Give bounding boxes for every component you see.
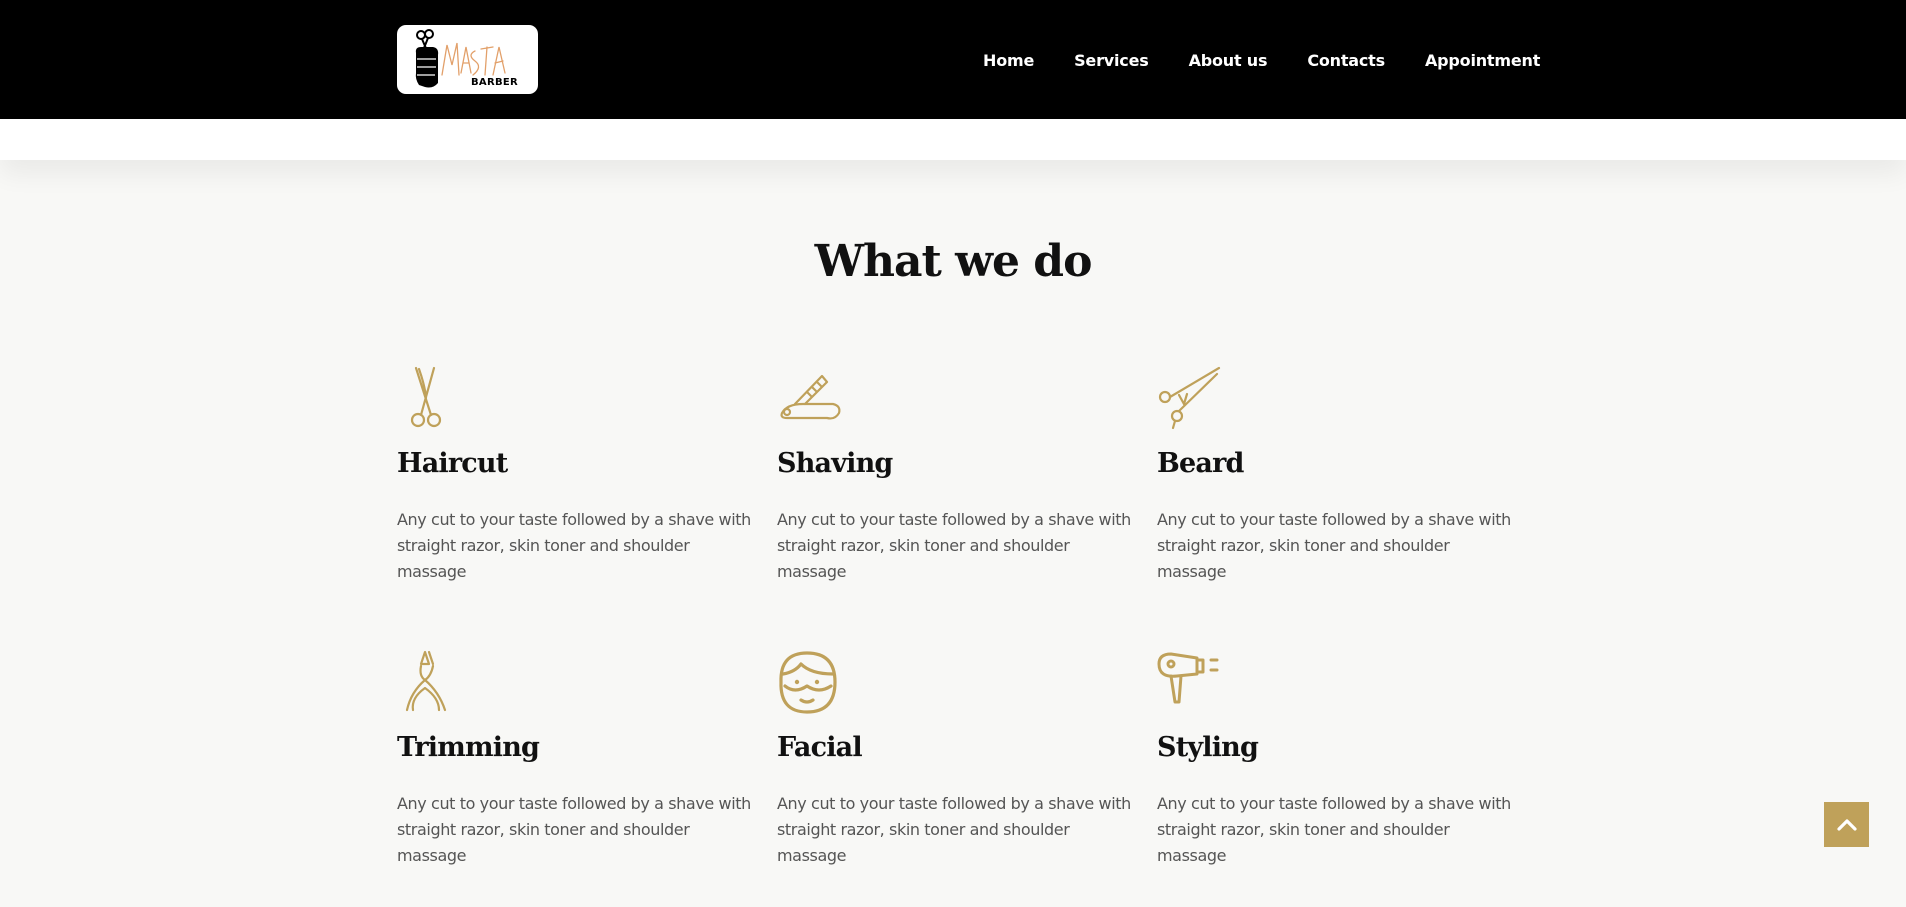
service-card-styling: Styling Any cut to your taste followed b… [1157,650,1512,865]
nail-clipper-icon [405,650,447,712]
nav-link-about-us[interactable]: About us [1189,49,1268,73]
nav-link-services[interactable]: Services [1074,49,1149,73]
service-card-trimming: Trimming Any cut to your taste followed … [397,650,752,865]
service-card-shaving: Shaving Any cut to your taste followed b… [777,366,1132,581]
logo-wordmark: BARBER [471,77,519,88]
service-title: Shaving [777,448,893,479]
site-logo[interactable]: BARBER [397,25,538,94]
nav-link-appointment[interactable]: Appointment [1425,49,1540,73]
main-nav: Home Services About us Contacts Appointm… [983,49,1540,73]
service-title: Beard [1157,448,1244,479]
face-mask-icon [779,651,837,714]
service-description: Any cut to your taste followed by a shav… [777,510,1131,581]
service-title: Facial [777,732,863,763]
service-description: Any cut to your taste followed by a shav… [777,794,1131,865]
service-title: Styling [1157,732,1259,763]
chevron-up-icon [1836,818,1857,831]
straight-razor-icon [780,374,841,420]
service-description: Any cut to your taste followed by a shav… [1157,510,1511,581]
nav-link-home[interactable]: Home [983,49,1034,73]
service-card-haircut: Haircut Any cut to your taste followed b… [397,366,752,581]
barber-scissors-icon [1158,366,1221,430]
scroll-to-top-button[interactable] [1824,802,1869,847]
service-description: Any cut to your taste followed by a shav… [397,510,751,581]
service-card-beard: Beard Any cut to your taste followed by … [1157,366,1512,581]
hair-dryer-icon [1157,652,1219,704]
service-title: Trimming [397,732,540,763]
scissors-icon [410,366,442,428]
nav-link-contacts[interactable]: Contacts [1307,49,1385,73]
service-title: Haircut [397,448,508,479]
site-header: BARBER Home Services About us Contacts A… [0,0,1906,119]
header-spacer [0,119,1906,160]
service-description: Any cut to your taste followed by a shav… [397,794,751,865]
section-title: What we do [814,236,1093,287]
service-card-facial: Facial Any cut to your taste followed by… [777,650,1132,865]
service-description: Any cut to your taste followed by a shav… [1157,794,1511,865]
